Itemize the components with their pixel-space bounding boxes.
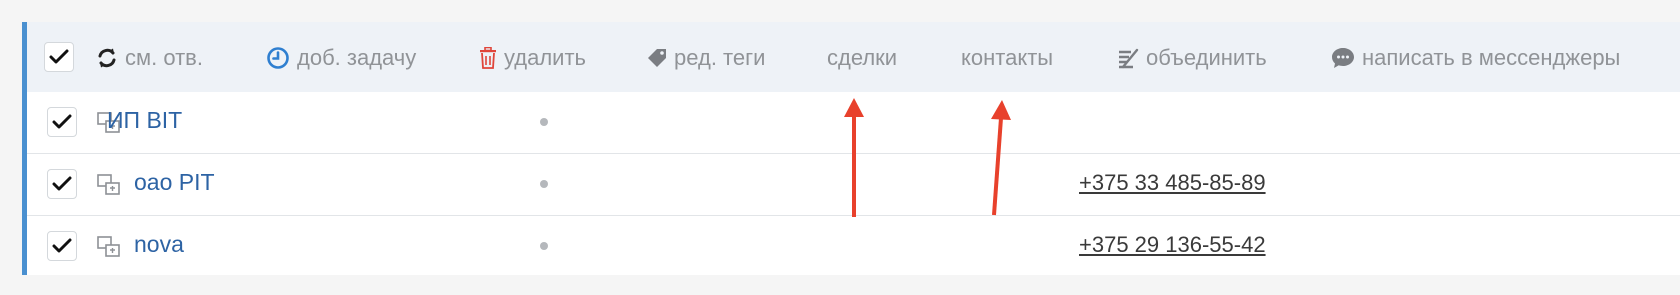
send-messenger-label: написать в мессенджеры (1362, 45, 1621, 70)
deals-button[interactable]: сделки (827, 44, 897, 72)
status-dot (540, 180, 548, 188)
company-name-link[interactable]: nova (134, 231, 184, 258)
send-messenger-button[interactable]: написать в мессенджеры (1331, 44, 1620, 72)
checkmark-icon (52, 114, 72, 129)
chat-bubble-icon (1332, 48, 1354, 68)
trash-icon (480, 47, 496, 69)
row-checkbox[interactable] (47, 107, 77, 137)
delete-label: удалить (504, 45, 587, 70)
merge-label: объединить (1146, 45, 1267, 70)
status-dot (540, 242, 548, 250)
table-row (27, 216, 1680, 278)
tag-icon (648, 49, 666, 67)
company-icon (97, 174, 120, 195)
deals-label: сделки (827, 45, 898, 70)
checkmark-icon (52, 176, 72, 191)
company-name-link[interactable]: ИП BIT (107, 107, 182, 134)
change-responsible-button[interactable]: см. отв. (96, 44, 203, 72)
phone-link[interactable]: +375 29 136-55-42 (1079, 232, 1266, 258)
change-responsible-label: см. отв. (125, 45, 203, 70)
table-row (27, 92, 1680, 154)
select-all-checkbox[interactable] (44, 42, 74, 72)
row-checkbox[interactable] (47, 169, 77, 199)
contacts-label: контакты (961, 45, 1054, 70)
merge-button[interactable]: объединить (1117, 44, 1267, 72)
company-name-link[interactable]: оао PIT (134, 169, 215, 196)
company-icon (97, 236, 120, 257)
contacts-button[interactable]: контакты (961, 44, 1053, 72)
add-task-button[interactable]: доб. задачу (266, 44, 416, 72)
phone-link[interactable]: +375 33 485-85-89 (1079, 170, 1266, 196)
edit-tags-label: ред. теги (674, 45, 766, 70)
status-dot (540, 118, 548, 126)
refresh-icon (98, 48, 116, 68)
table-row (27, 154, 1680, 216)
clock-icon (267, 47, 289, 69)
checkmark-icon (49, 49, 69, 64)
edit-tags-button[interactable]: ред. теги (647, 44, 765, 72)
row-checkbox[interactable] (47, 231, 77, 261)
checkmark-icon (52, 238, 72, 253)
add-task-label: доб. задачу (297, 45, 417, 70)
delete-button[interactable]: удалить (479, 44, 586, 72)
merge-icon (1119, 48, 1139, 69)
